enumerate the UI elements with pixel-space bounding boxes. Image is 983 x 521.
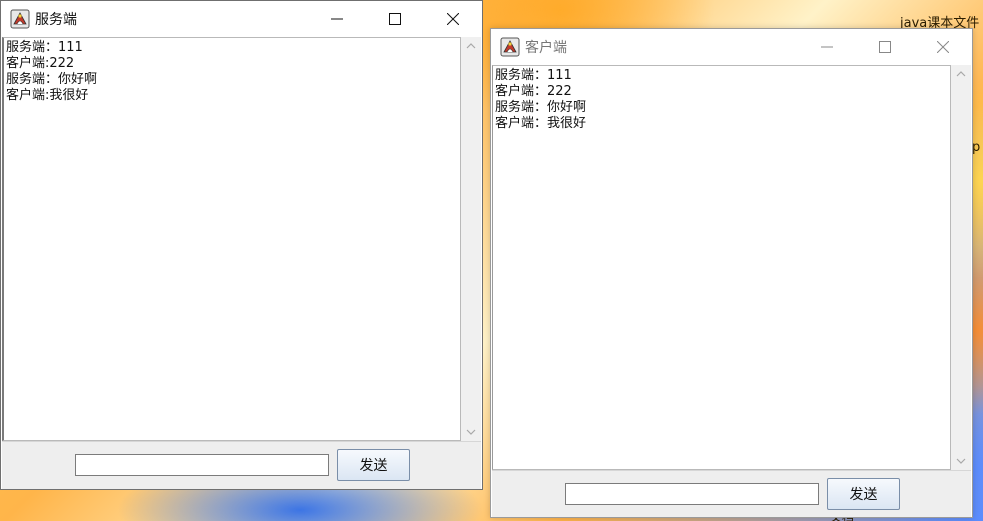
message-log[interactable]: 服务端：111 客户端:222 服务端：你好啊 客户端:我很好 xyxy=(2,37,461,441)
chevron-down-icon xyxy=(956,458,966,464)
client-window: 客户端 服务端：111 客户端：222 服务端：你好啊 客户端：我很好 发送 xyxy=(490,28,973,518)
scroll-up-button[interactable] xyxy=(951,65,971,83)
message-line: 服务端：你好啊 xyxy=(495,100,587,115)
maximize-icon xyxy=(879,40,891,53)
message-line: 客户端：222 xyxy=(495,84,572,99)
close-icon xyxy=(937,40,949,53)
message-log[interactable]: 服务端：111 客户端：222 服务端：你好啊 客户端：我很好 xyxy=(492,65,951,470)
message-line: 服务端：你好啊 xyxy=(6,72,98,87)
input-bar: 发送 xyxy=(492,470,971,517)
message-line: 服务端：111 xyxy=(6,40,83,55)
close-icon xyxy=(447,12,459,25)
minimize-icon xyxy=(821,46,833,47)
minimize-button[interactable] xyxy=(798,29,856,64)
close-button[interactable] xyxy=(914,29,972,64)
close-button[interactable] xyxy=(424,1,482,36)
client-titlebar[interactable]: 客户端 xyxy=(491,29,972,64)
vertical-scrollbar[interactable] xyxy=(461,37,481,441)
java-app-icon xyxy=(10,9,30,29)
server-titlebar[interactable]: 服务端 xyxy=(1,1,482,36)
maximize-button[interactable] xyxy=(366,1,424,36)
message-line: 客户端:我很好 xyxy=(6,88,89,103)
scroll-down-button[interactable] xyxy=(461,423,481,441)
chevron-up-icon xyxy=(466,43,476,49)
message-line: 服务端：111 xyxy=(495,68,572,83)
vertical-scrollbar[interactable] xyxy=(951,65,971,470)
send-button[interactable]: 发送 xyxy=(827,478,900,510)
maximize-button[interactable] xyxy=(856,29,914,64)
maximize-icon xyxy=(389,12,401,25)
input-bar: 发送 xyxy=(2,441,481,489)
scroll-up-button[interactable] xyxy=(461,37,481,55)
window-title: 客户端 xyxy=(525,39,567,56)
minimize-icon xyxy=(331,18,343,19)
scroll-down-button[interactable] xyxy=(951,452,971,470)
chevron-up-icon xyxy=(956,71,966,77)
message-input[interactable] xyxy=(75,454,329,476)
message-line: 客户端：我很好 xyxy=(495,116,587,131)
message-line: 客户端:222 xyxy=(6,56,75,71)
server-window: 服务端 服务端：111 客户端:222 服务端：你好啊 客户端:我很好 发送 xyxy=(0,0,483,490)
java-app-icon xyxy=(500,37,520,57)
message-input[interactable] xyxy=(565,483,819,505)
window-title: 服务端 xyxy=(35,11,77,28)
send-button[interactable]: 发送 xyxy=(337,449,410,481)
minimize-button[interactable] xyxy=(308,1,366,36)
chevron-down-icon xyxy=(466,429,476,435)
desktop-label-fragment-2: p xyxy=(972,140,981,155)
